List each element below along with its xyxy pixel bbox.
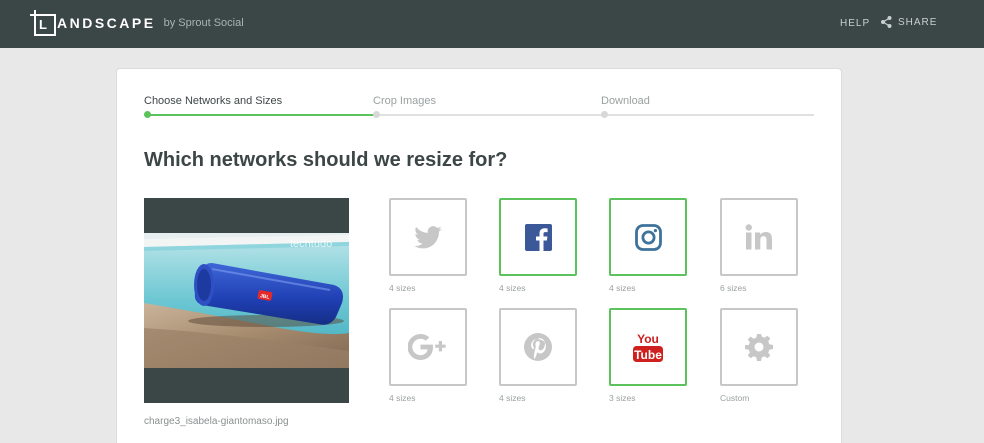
youtube-icon-top-text: You [637,332,659,346]
network-youtube-tile[interactable]: You Tube [609,308,687,386]
logo-letter: L [39,17,48,32]
google-plus-sizes: 4 sizes [389,393,416,403]
progress-steps: Choose Networks and Sizes Crop Images Do… [144,95,814,125]
twitter-icon [414,225,442,248]
help-link[interactable]: HELP [840,18,870,29]
share-icon [881,16,892,28]
step-download: Download [601,95,650,107]
custom-size-tile[interactable] [720,308,798,386]
facebook-sizes: 4 sizes [499,283,526,293]
main-card: Choose Networks and Sizes Crop Images Do… [116,68,842,443]
share-link[interactable]: SHARE [881,16,937,28]
image-filename: charge3_isabela-giantomaso.jpg [144,416,289,427]
youtube-icon-bottom-text: Tube [634,348,662,362]
network-twitter-tile[interactable] [389,198,467,276]
landscape-logo[interactable]: L ANDSCAPE by Sprout Social [30,10,244,36]
linkedin-icon [745,224,772,250]
progress-fill [147,114,376,116]
crop-logo-icon: L [30,10,56,36]
network-google-plus-tile[interactable] [389,308,467,386]
pinterest-sizes: 4 sizes [499,393,526,403]
custom-label: Custom [720,393,750,403]
network-pinterest-tile[interactable] [499,308,577,386]
watermark-text: techtudo [290,238,332,250]
step-choose-networks[interactable]: Choose Networks and Sizes [144,95,282,107]
youtube-icon: You Tube [633,332,663,362]
page-title: Which networks should we resize for? [144,149,508,171]
gear-icon [745,334,773,361]
step-dot-2 [373,111,380,118]
speaker-photo: JBL techtudo [144,233,349,368]
logo-byline: by Sprout Social [163,17,244,29]
instagram-icon [634,223,662,251]
step-crop-images: Crop Images [373,95,436,107]
pinterest-icon [524,333,552,361]
instagram-sizes: 4 sizes [609,283,636,293]
top-bar: L ANDSCAPE by Sprout Social HELP SHARE [0,0,984,48]
network-facebook-tile[interactable] [499,198,577,276]
network-instagram-tile[interactable] [609,198,687,276]
linkedin-sizes: 6 sizes [720,283,747,293]
image-preview: JBL techtudo [144,198,349,403]
share-label: SHARE [898,16,938,28]
google-plus-icon [408,334,446,360]
network-linkedin-tile[interactable] [720,198,798,276]
logo-wordmark: ANDSCAPE [57,15,156,31]
facebook-icon [524,223,552,251]
step-dot-3 [601,111,608,118]
youtube-sizes: 3 sizes [609,393,636,403]
twitter-sizes: 4 sizes [389,283,416,293]
step-dot-1 [144,111,151,118]
